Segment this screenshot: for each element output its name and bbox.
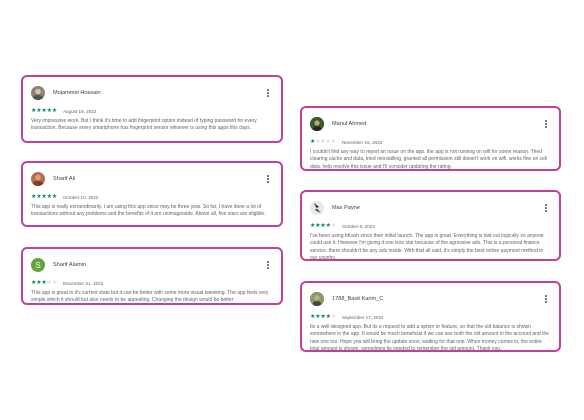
reviewer-name: 1788_Basit Karim_C (332, 296, 384, 302)
avatar (310, 117, 324, 131)
star-rating: ★ ★ ★ ★ ★ (310, 223, 336, 229)
star-empty-icon: ★ (330, 314, 337, 320)
review-text: I've been using bKash since their initia… (310, 233, 544, 262)
review-text: Very impressive work. But I think it's t… (31, 118, 257, 132)
review-card-mojammel: Mojammel Hossain ★ ★ ★ ★ ★ August 16, 2022 V… (21, 75, 283, 143)
review-text: Its a well designed app. But its a reque… (310, 324, 550, 353)
review-card-manul: Manul Ahmed ★ ★ ★ ★ ★ November 16, 2022 I co… (300, 106, 561, 171)
avatar (310, 201, 324, 215)
reviewer-name: Mojammel Hossain (53, 90, 101, 96)
review-date: December 31, 2022 (62, 280, 104, 286)
review-date: August 16, 2022 (62, 108, 97, 114)
star-rating: ★ ★ ★ ★ ★ (31, 280, 57, 286)
star-filled-icon: ★ (51, 194, 58, 200)
review-date: November 16, 2022 (341, 139, 383, 145)
review-date: September 17, 2022 (341, 314, 384, 320)
avatar-letter: S (35, 260, 41, 270)
more-options-icon[interactable] (541, 202, 551, 214)
reviewer-name: Sharif Ali (53, 176, 76, 182)
more-options-icon[interactable] (541, 118, 551, 130)
more-options-icon[interactable] (263, 87, 273, 99)
star-rating: ★ ★ ★ ★ ★ (310, 314, 336, 320)
review-text: This app is great in it's current state … (31, 290, 269, 304)
reviewer-name: Manul Ahmed (332, 121, 367, 127)
star-rating: ★ ★ ★ ★ ★ (31, 108, 57, 114)
more-options-icon[interactable] (541, 293, 551, 305)
review-card-sharif-ali: Sharif Ali ★ ★ ★ ★ ★ October 10, 2022 This a… (21, 161, 283, 227)
reviewer-name: Sharif Alamin (53, 262, 86, 268)
star-rating: ★ ★ ★ ★ ★ (310, 139, 336, 145)
avatar (31, 86, 45, 100)
review-date: October 10, 2022 (62, 194, 99, 200)
review-text: This app is really extraordinarily. I am… (31, 204, 266, 218)
avatar (31, 172, 45, 186)
review-text: I couldn't find any way to report an iss… (310, 149, 548, 170)
star-empty-icon: ★ (51, 280, 58, 286)
star-rating: ★ ★ ★ ★ ★ (31, 194, 57, 200)
avatar: S (31, 258, 45, 272)
more-options-icon[interactable] (263, 259, 273, 271)
more-options-icon[interactable] (263, 173, 273, 185)
review-card-basit-karim: 1788_Basit Karim_C ★ ★ ★ ★ ★ September 17, 2… (300, 281, 561, 352)
review-card-max-payne: Max Payne ★ ★ ★ ★ ★ October 6, 2022 I've bee… (300, 190, 561, 261)
review-card-sharif-alamin: S Sharif Alamin ★ ★ ★ ★ ★ December 31, 2022 … (21, 247, 283, 305)
avatar (310, 292, 324, 306)
star-empty-icon: ★ (330, 223, 337, 229)
reviewer-name: Max Payne (332, 205, 360, 211)
star-empty-icon: ★ (330, 139, 337, 145)
star-filled-icon: ★ (51, 108, 58, 114)
review-date: October 6, 2022 (341, 223, 375, 229)
